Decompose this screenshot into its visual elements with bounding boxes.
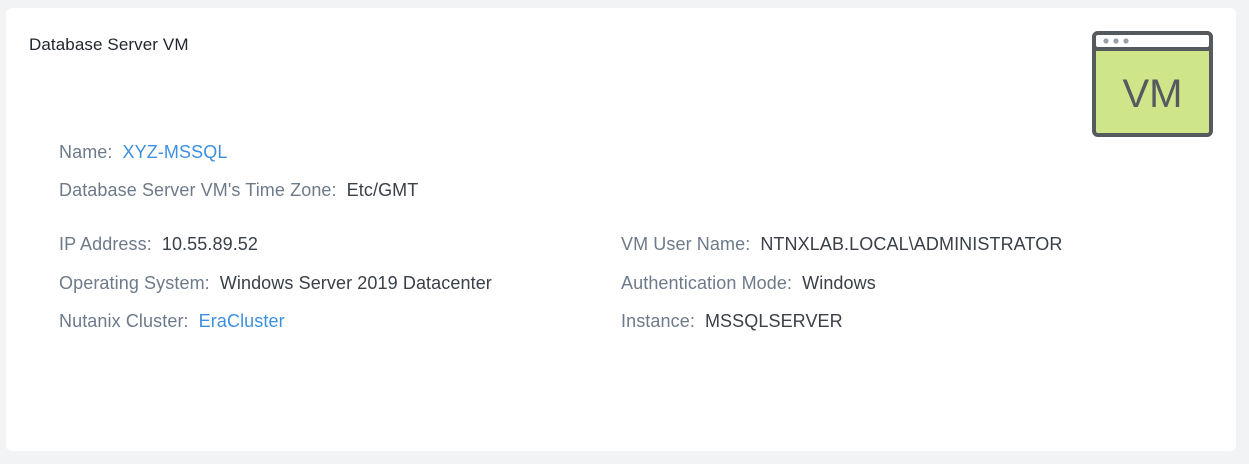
time-zone-value: Etc/GMT [346,180,419,200]
authentication-mode-row: Authentication Mode: Windows [621,273,876,294]
database-server-vm-card: Database Server VM VM Name: XYZ-MSSQL Dat… [6,8,1236,451]
time-zone-row: Database Server VM's Time Zone: Etc/GMT [59,180,418,201]
nutanix-cluster-label: Nutanix Cluster: [59,311,189,331]
name-row: Name: XYZ-MSSQL [59,142,227,163]
instance-label: Instance: [621,311,695,331]
name-value-link[interactable]: XYZ-MSSQL [123,142,228,162]
nutanix-cluster-row: Nutanix Cluster: EraCluster [59,311,285,332]
authentication-mode-value: Windows [802,273,876,293]
vm-window-icon: VM [1092,31,1213,137]
vm-icon-text: VM [1123,72,1183,116]
name-label: Name: [59,142,113,162]
operating-system-row: Operating System: Windows Server 2019 Dat… [59,273,492,294]
ip-address-label: IP Address: [59,234,152,254]
vm-user-name-value: NTNXLAB.LOCAL\ADMINISTRATOR [760,234,1063,254]
authentication-mode-label: Authentication Mode: [621,273,793,293]
instance-row: Instance: MSSQLSERVER [621,311,843,332]
time-zone-label: Database Server VM's Time Zone: [59,180,337,200]
vm-user-name-label: VM User Name: [621,234,751,254]
operating-system-value: Windows Server 2019 Datacenter [219,273,492,293]
operating-system-label: Operating System: [59,273,210,293]
ip-address-value: 10.55.89.52 [161,234,259,254]
nutanix-cluster-link[interactable]: EraCluster [199,311,285,331]
instance-value: MSSQLSERVER [704,311,843,331]
vm-user-name-row: VM User Name: NTNXLAB.LOCAL\ADMINISTRATOR [621,234,1062,255]
card-title: Database Server VM [29,35,189,54]
ip-address-row: IP Address: 10.55.89.52 [59,234,258,255]
